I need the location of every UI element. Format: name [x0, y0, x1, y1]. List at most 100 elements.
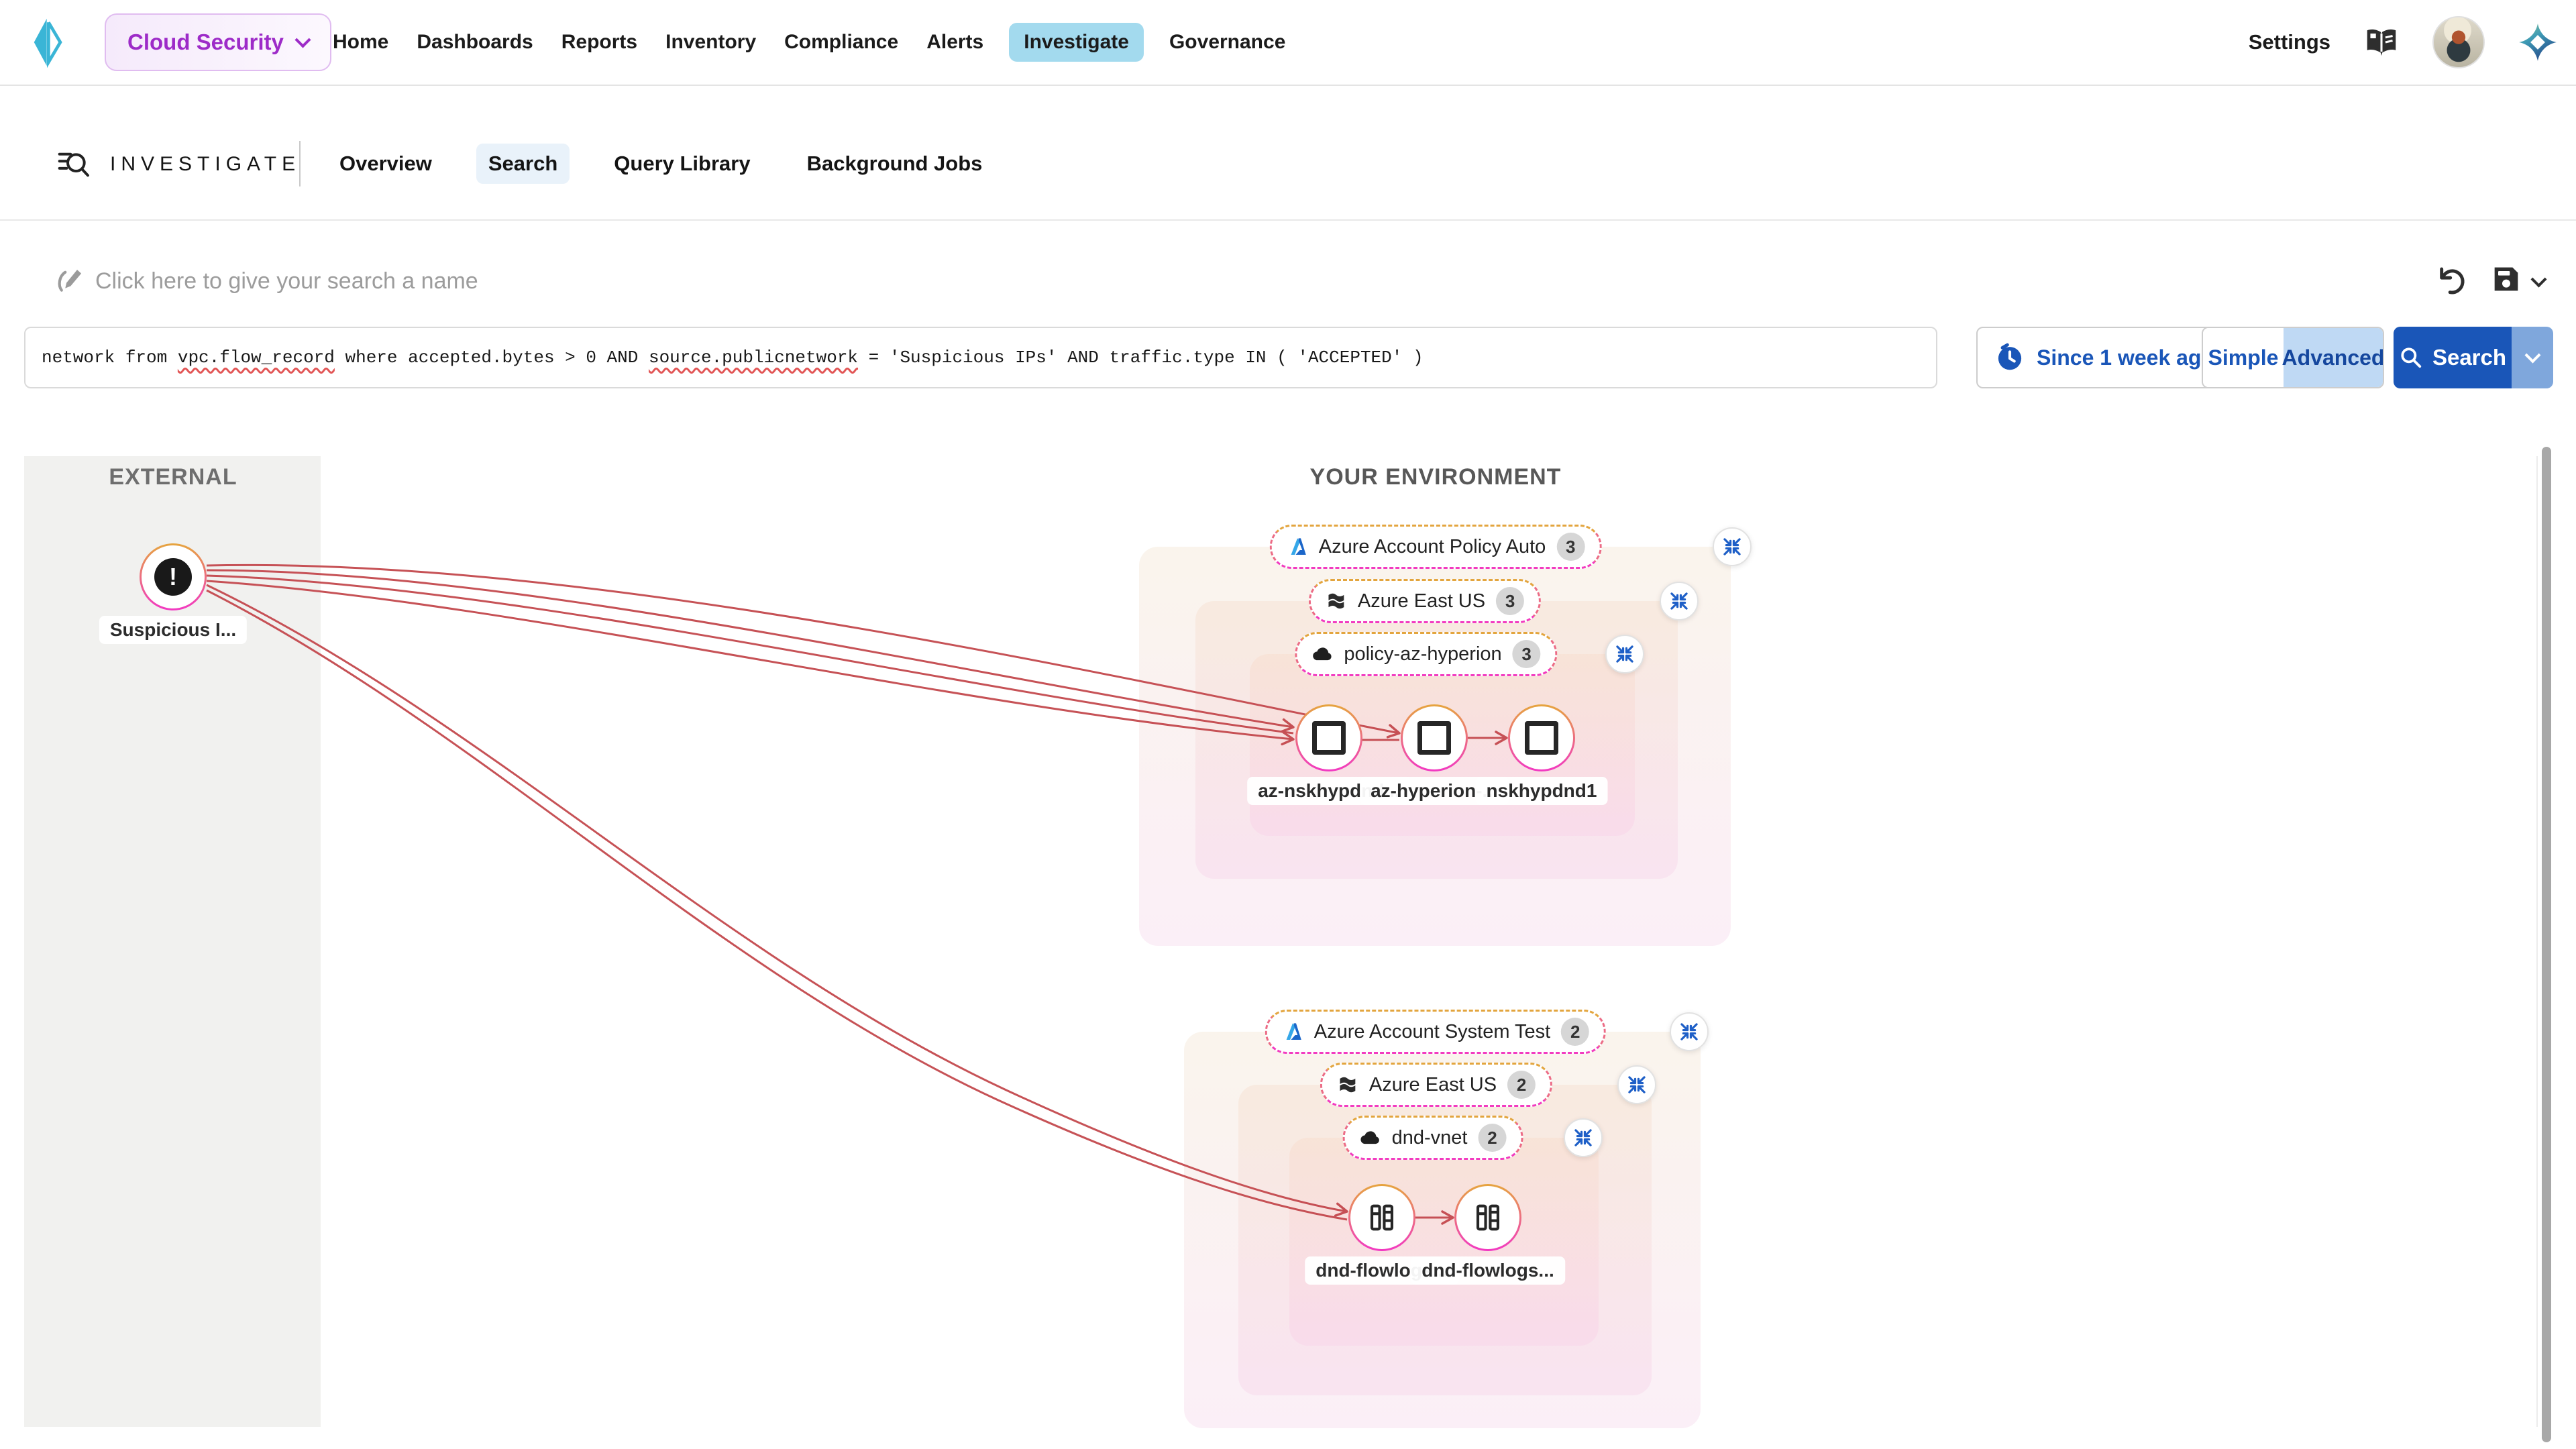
org-logo-icon[interactable] — [2518, 23, 2557, 62]
tab-background-jobs[interactable]: Background Jobs — [795, 144, 995, 184]
collapse-group-button[interactable] — [1605, 635, 1644, 674]
search-options-caret[interactable] — [2512, 327, 2553, 388]
group-label: Azure Account System Test — [1314, 1021, 1550, 1043]
page: Cloud Security Home Dashboards Reports I… — [0, 0, 2576, 1449]
product-switcher[interactable]: Cloud Security — [105, 13, 331, 71]
region-icon — [1326, 590, 1347, 612]
section-title: INVESTIGATE — [110, 153, 301, 176]
search-name-input[interactable]: Click here to give your search a name — [95, 268, 478, 294]
nav-alerts[interactable]: Alerts — [924, 23, 986, 62]
user-avatar[interactable] — [2432, 16, 2485, 68]
group-network-container — [1289, 1138, 1599, 1346]
collapse-icon — [1614, 643, 1635, 665]
top-nav-bar: Cloud Security Home Dashboards Reports I… — [0, 0, 2576, 86]
node-label: Suspicious I... — [99, 616, 247, 644]
collapse-icon — [1721, 536, 1743, 557]
docs-book-icon[interactable] — [2364, 26, 2399, 58]
group-label: dnd-vnet — [1392, 1127, 1468, 1149]
environment-header: YOUR ENVIRONMENT — [1310, 464, 1562, 490]
nav-governance[interactable]: Governance — [1167, 23, 1288, 62]
nav-investigate[interactable]: Investigate — [1009, 23, 1144, 62]
node-flowlog[interactable] — [1454, 1184, 1521, 1251]
tab-search[interactable]: Search — [476, 144, 570, 184]
tab-query-library[interactable]: Query Library — [602, 144, 762, 184]
flowlog-icon — [1366, 1202, 1397, 1233]
vertical-scrollbar[interactable] — [2542, 447, 2551, 1442]
vertical-divider — [299, 141, 301, 186]
exclamation-icon: ! — [154, 558, 192, 596]
undo-button[interactable] — [2434, 263, 2469, 298]
time-range-value: Since 1 week ago — [2037, 345, 2214, 370]
group-pill-network[interactable]: policy-az-hyperion 3 — [1295, 632, 1557, 676]
group-label: Azure Account Policy Auto — [1319, 536, 1546, 558]
tab-overview[interactable]: Overview — [327, 144, 444, 184]
group-pill-account[interactable]: Azure Account System Test 2 — [1265, 1010, 1606, 1054]
nav-compliance[interactable]: Compliance — [782, 23, 901, 62]
collapse-icon — [1626, 1074, 1648, 1095]
nav-settings[interactable]: Settings — [2249, 30, 2330, 54]
edit-pencil-icon — [55, 266, 85, 295]
collapse-group-button[interactable] — [1670, 1012, 1709, 1051]
group-label: Azure East US — [1358, 590, 1485, 612]
query-token-underlined: vpc.flow_record — [178, 347, 335, 368]
search-split-button[interactable]: Search — [2394, 327, 2553, 388]
graph-right-border — [2536, 456, 2538, 1427]
subnet-icon — [1525, 721, 1558, 755]
node-subnet[interactable] — [1508, 704, 1575, 771]
main-nav: Home Dashboards Reports Inventory Compli… — [330, 0, 1288, 85]
nav-reports[interactable]: Reports — [559, 23, 640, 62]
collapse-group-button[interactable] — [1713, 527, 1752, 566]
azure-icon — [1282, 1021, 1303, 1042]
group-pill-account[interactable]: Azure Account Policy Auto 3 — [1270, 525, 1602, 569]
save-icon — [2490, 263, 2522, 297]
cloud-icon — [1360, 1127, 1381, 1148]
group-pill-region[interactable]: Azure East US 3 — [1309, 579, 1541, 623]
count-badge: 2 — [1507, 1071, 1536, 1099]
product-name: Cloud Security — [127, 30, 284, 55]
collapse-group-button[interactable] — [1617, 1065, 1656, 1104]
query-text: network from — [42, 347, 178, 368]
nav-dashboards[interactable]: Dashboards — [414, 23, 535, 62]
section-divider — [0, 219, 2576, 221]
topbar-right: Settings — [2249, 0, 2557, 85]
nav-inventory[interactable]: Inventory — [663, 23, 759, 62]
group-label: policy-az-hyperion — [1344, 643, 1501, 665]
group-label: Azure East US — [1369, 1074, 1497, 1096]
node-flowlog[interactable] — [1348, 1184, 1415, 1251]
count-badge: 3 — [1513, 640, 1541, 668]
query-input[interactable]: network from vpc.flow_record where accep… — [24, 327, 1937, 388]
search-button-label: Search — [2432, 345, 2506, 370]
count-badge: 3 — [1496, 587, 1524, 615]
collapse-icon — [1668, 590, 1690, 612]
query-mode-toggle: Simple Advanced — [2202, 327, 2384, 388]
search-button[interactable]: Search — [2394, 327, 2512, 388]
collapse-icon — [1678, 1021, 1700, 1042]
collapse-icon — [1572, 1127, 1594, 1148]
magnifier-icon — [2399, 345, 2423, 370]
clock-icon — [1995, 343, 2025, 372]
query-text: where accepted.bytes > 0 AND — [335, 347, 649, 368]
node-suspicious-ips[interactable]: ! — [140, 543, 207, 610]
mode-simple[interactable]: Simple — [2203, 328, 2284, 387]
node-label: nskhypdnd1 — [1476, 777, 1608, 805]
query-token-underlined: source.publicnetwork — [649, 347, 858, 368]
count-badge: 2 — [1561, 1018, 1589, 1046]
group-pill-network[interactable]: dnd-vnet 2 — [1343, 1116, 1523, 1160]
count-badge: 3 — [1556, 533, 1585, 561]
collapse-group-button[interactable] — [1564, 1118, 1603, 1157]
azure-icon — [1287, 536, 1308, 557]
count-badge: 2 — [1478, 1124, 1506, 1152]
node-subnet[interactable] — [1401, 704, 1468, 771]
investigate-section-icon — [56, 148, 93, 181]
group-pill-region[interactable]: Azure East US 2 — [1320, 1063, 1552, 1107]
query-text: = 'Suspicious IPs' AND traffic.type IN (… — [858, 347, 1424, 368]
node-label: dnd-flowlogs... — [1411, 1256, 1565, 1285]
save-search-button[interactable] — [2490, 263, 2544, 297]
save-chevron-icon — [2530, 271, 2546, 287]
nav-home[interactable]: Home — [330, 23, 391, 62]
node-subnet[interactable] — [1295, 704, 1362, 771]
app-logo-icon[interactable] — [30, 15, 66, 70]
mode-advanced[interactable]: Advanced — [2284, 328, 2383, 387]
flowlog-icon — [1472, 1202, 1503, 1233]
collapse-group-button[interactable] — [1660, 582, 1699, 621]
